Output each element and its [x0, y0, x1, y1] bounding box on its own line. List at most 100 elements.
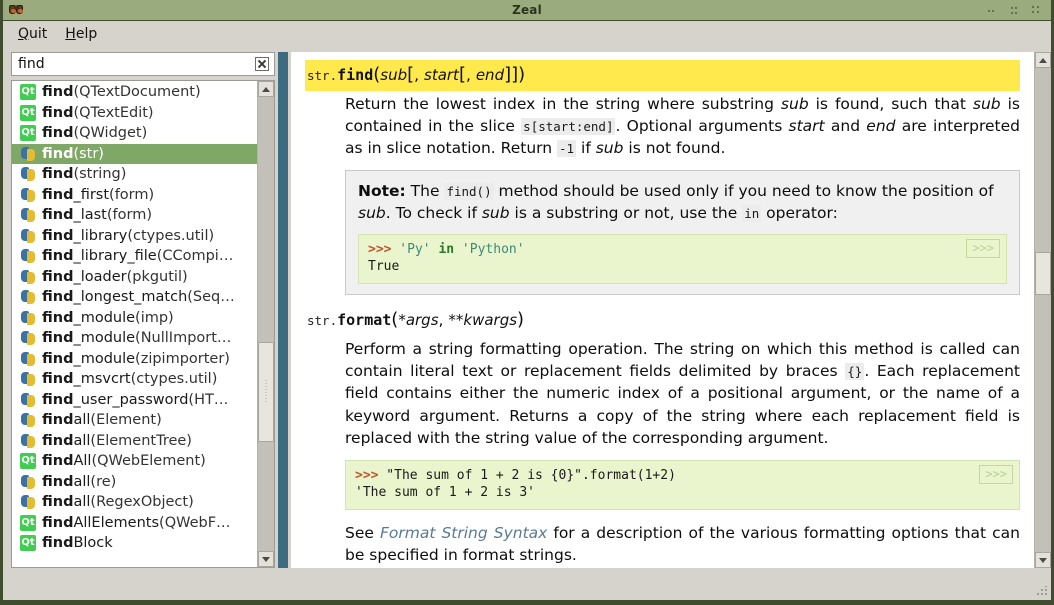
search-results-list[interactable]: Qt find (QTextDocument) Qt find (QTextEdit)… — [12, 81, 257, 567]
search-result-item[interactable]: find _module (NullImport… — [12, 328, 257, 349]
search-result-item[interactable]: find _last (form) — [12, 205, 257, 226]
search-result-item[interactable]: find all (RegexObject) — [12, 492, 257, 513]
result-rest-text: all — [73, 412, 91, 429]
result-context-text: (QTextDocument) — [73, 84, 201, 101]
results-scroll-thumb[interactable] — [258, 342, 274, 443]
qt-icon: Qt — [20, 104, 36, 121]
search-result-item[interactable]: find _library_file (CCompi… — [12, 246, 257, 267]
doc-scroll-up-button[interactable] — [1035, 52, 1051, 68]
note-code-output: True — [368, 259, 400, 275]
find-arg-start: start — [424, 66, 459, 84]
result-rest-text: all — [73, 432, 91, 449]
result-match-text: find — [42, 145, 74, 162]
result-match-text: find — [42, 84, 74, 101]
note-part-5: operator: — [761, 204, 838, 223]
search-result-item[interactable]: Qt find (QTextEdit) — [12, 103, 257, 124]
search-result-item[interactable]: Qt find AllElements (QWebF… — [12, 513, 257, 534]
menu-item-help[interactable]: Help — [56, 23, 106, 45]
search-box[interactable] — [11, 52, 275, 76]
result-context-text: (Element) — [90, 412, 162, 429]
note-em-sub-2: sub — [481, 204, 510, 223]
results-scrollbar[interactable] — [257, 81, 274, 567]
python-icon — [20, 351, 36, 367]
note-code-in: in — [742, 205, 762, 223]
format-code-block[interactable]: >>> "The sum of 1 + 2 is {0}".format(1+2… — [345, 459, 1020, 510]
search-result-item[interactable]: find all (re) — [12, 472, 257, 493]
result-match-text: find — [42, 207, 74, 224]
python-icon — [20, 228, 36, 244]
format-code-prompt-toggle-button[interactable]: >>> — [979, 464, 1013, 485]
search-result-item[interactable]: Qt find (QWidget) — [12, 123, 257, 144]
search-input[interactable] — [18, 56, 255, 72]
search-result-item[interactable]: find _longest_match (Seq… — [12, 287, 257, 308]
results-scroll-up-button[interactable] — [258, 81, 274, 97]
find-signature: str.find(sub[, start[, end]]) — [305, 60, 1020, 91]
minimize-icon[interactable] — [988, 6, 997, 15]
resize-grip[interactable] — [1037, 586, 1047, 596]
documentation-scrollbar[interactable] — [1034, 52, 1051, 568]
result-context-text: (re) — [90, 473, 117, 490]
search-result-item[interactable]: find _module (zipimporter) — [12, 349, 257, 370]
window-controls — [988, 5, 1047, 15]
search-result-item[interactable]: find (string) — [12, 164, 257, 185]
result-rest-text: all — [73, 473, 91, 490]
search-results-box: Qt find (QTextDocument) Qt find (QTextEdit)… — [11, 80, 275, 568]
qt-icon: Qt — [20, 514, 36, 531]
doc-scroll-thumb[interactable] — [1035, 251, 1051, 296]
find-comma-2: , — [465, 66, 476, 84]
search-result-item[interactable]: Qt find Block — [12, 533, 257, 554]
result-context-text: (pkgutil) — [126, 268, 188, 285]
result-context-text: (QWebF… — [159, 514, 231, 531]
search-result-item[interactable]: find all (ElementTree) — [12, 431, 257, 452]
python-icon — [20, 248, 36, 264]
search-result-item[interactable]: Qt find (QTextDocument) — [12, 82, 257, 103]
find-function-name: find — [337, 66, 374, 84]
result-match-text: find — [42, 248, 74, 265]
note-part-3: . To check if — [385, 204, 482, 223]
find-arg-end: end — [475, 66, 505, 84]
result-rest-text: Block — [73, 535, 113, 552]
python-icon — [20, 269, 36, 285]
search-result-item[interactable]: find (str) — [12, 143, 257, 164]
doc-scroll-down-button[interactable] — [1035, 552, 1051, 568]
result-match-text: find — [42, 104, 74, 121]
note-label: Note: — [358, 181, 406, 200]
menu-quit-rest: uit — [29, 25, 48, 42]
see-also-part-1: See — [345, 523, 380, 542]
result-rest-text: _msvcrt — [73, 371, 131, 388]
doc-scroll-track[interactable] — [1035, 68, 1051, 552]
result-context-text: (QTextEdit) — [73, 104, 154, 121]
close-icon[interactable] — [1032, 5, 1041, 15]
result-match-text: find — [42, 125, 74, 142]
search-result-item[interactable]: find all (Element) — [12, 410, 257, 431]
note-code-prompt-toggle-button[interactable]: >>> — [966, 238, 1000, 259]
result-context-text: (ctypes.util) — [130, 371, 218, 388]
search-result-item[interactable]: find _library (ctypes.util) — [12, 226, 257, 247]
format-comma: , — [438, 310, 449, 329]
results-scroll-track[interactable] — [258, 97, 274, 551]
result-context-text: (NullImport… — [135, 330, 232, 347]
result-match-text: find — [42, 166, 74, 183]
documentation-content[interactable]: str.find(sub[, start[, end]]) Return the… — [291, 52, 1034, 568]
title-bar[interactable]: Zeal — [3, 0, 1051, 21]
maximize-icon[interactable] — [1010, 6, 1019, 15]
zeal-window: Zeal Quit Help Qtfind (QTextDocument)Qtf… — [0, 0, 1054, 605]
search-result-item[interactable]: find _msvcrt (ctypes.util) — [12, 369, 257, 390]
python-icon — [20, 412, 36, 428]
clear-x-icon[interactable] — [255, 57, 269, 71]
menu-item-quit[interactable]: Quit — [9, 23, 56, 45]
result-context-text: (Seq… — [187, 289, 235, 306]
find-desc-code-slice: s[start:end] — [521, 118, 616, 136]
note-code-block[interactable]: >>> 'Py' in 'Python' True >>> — [358, 233, 1007, 284]
format-string-syntax-link[interactable]: Format String Syntax — [380, 524, 547, 542]
window-title: Zeal — [512, 3, 542, 17]
results-scroll-down-button[interactable] — [258, 551, 274, 567]
search-result-item[interactable]: find _user_password (HT… — [12, 390, 257, 411]
search-result-item[interactable]: Qt find All (QWebElement) — [12, 451, 257, 472]
python-icon — [20, 310, 36, 326]
python-icon — [20, 330, 36, 346]
search-result-item[interactable]: find _module (imp) — [12, 308, 257, 329]
search-result-item[interactable]: find _loader (pkgutil) — [12, 267, 257, 288]
search-result-item[interactable]: find _first (form) — [12, 185, 257, 206]
pane-splitter[interactable] — [278, 52, 288, 568]
